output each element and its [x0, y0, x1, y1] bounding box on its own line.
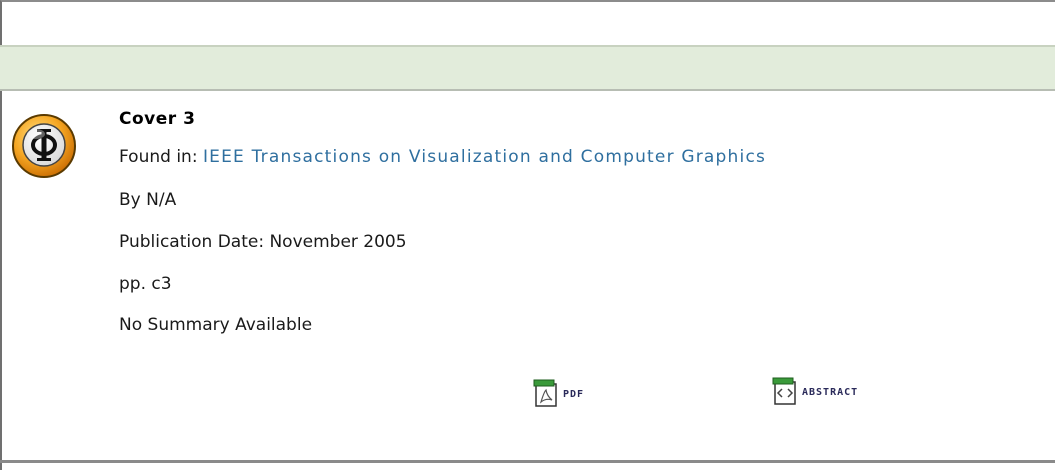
- divider: [0, 460, 1055, 463]
- abstract-button[interactable]: ABSTRACT: [771, 376, 858, 406]
- abstract-label: ABSTRACT: [802, 386, 859, 398]
- pdf-document-icon: [533, 379, 557, 407]
- pdf-label: PDF: [563, 388, 585, 400]
- page-range: pp. c3: [119, 274, 172, 294]
- publication-date: Publication Date: November 2005: [119, 232, 407, 252]
- results-header-band: [0, 45, 1055, 91]
- summary-text: No Summary Available: [119, 315, 313, 335]
- pdf-button[interactable]: PDF: [532, 378, 584, 408]
- found-in-label: Found in:: [119, 147, 203, 167]
- author-line: By N/A: [119, 190, 177, 210]
- publication-link[interactable]: IEEE Transactions on Visualization and C…: [203, 147, 766, 167]
- abstract-document-icon: [772, 377, 796, 405]
- found-in-row: Found in: IEEE Transactions on Visualiza…: [119, 146, 766, 168]
- ieee-phi-logo-icon: [12, 114, 76, 178]
- record-title[interactable]: Cover 3: [119, 108, 195, 130]
